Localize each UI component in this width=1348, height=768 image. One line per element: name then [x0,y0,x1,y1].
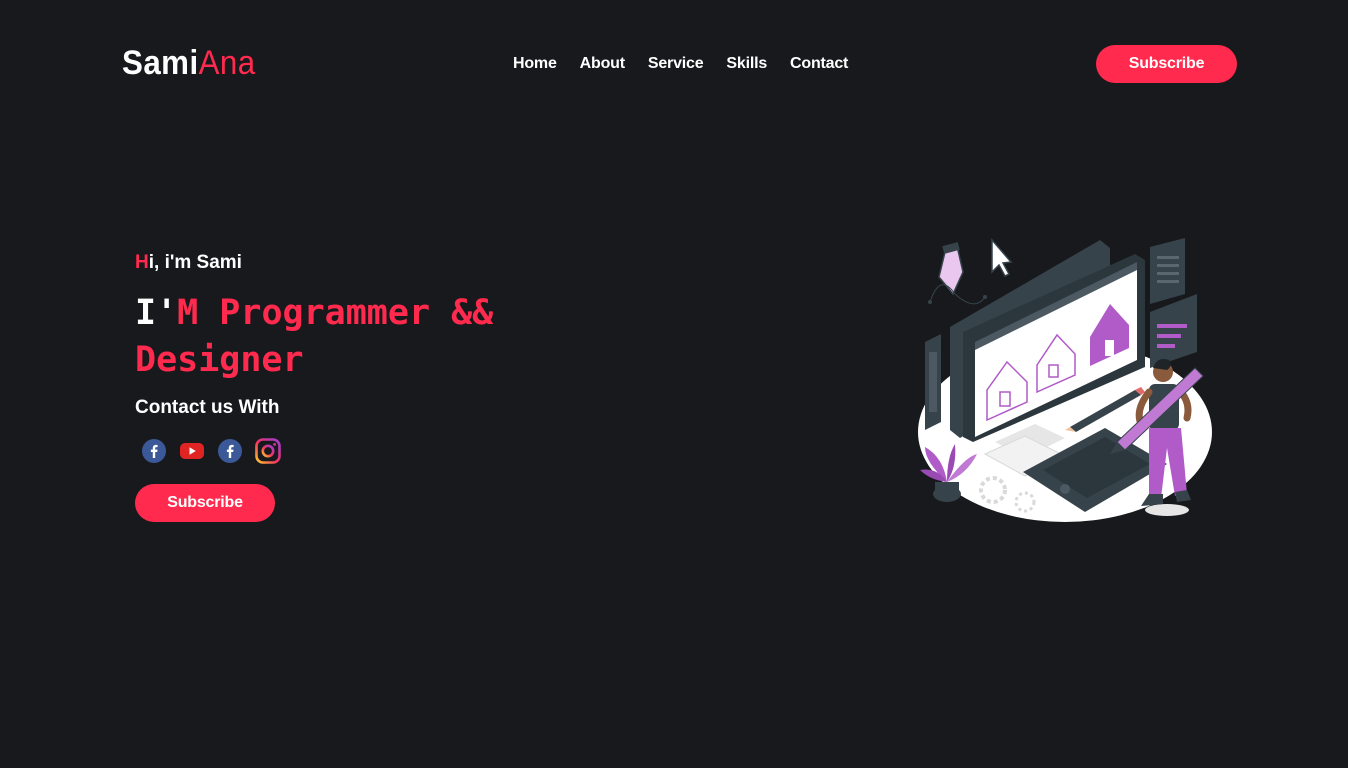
nav-contact[interactable]: Contact [790,55,848,73]
nav-service[interactable]: Service [648,55,704,73]
facebook-icon[interactable] [217,438,243,464]
headline-white: I' [135,293,178,333]
logo-first: Sami [122,44,199,82]
greeting-initial: H [135,252,149,273]
social-links [141,438,555,464]
headline-accent: M Programmer && Designer [135,293,494,380]
facebook-icon[interactable] [141,438,167,464]
header-subscribe-button[interactable]: Subscribe [1096,45,1237,83]
contact-label: Contact us With [135,397,280,418]
hero-subscribe-button[interactable]: Subscribe [135,484,275,522]
greeting: Hi, i'm Sami [135,252,555,274]
hero: Hi, i'm Sami I'M Programmer && Designer … [135,252,555,522]
designer-illustration [905,232,1215,527]
nav-home[interactable]: Home [513,55,557,73]
youtube-icon[interactable] [179,438,205,464]
logo[interactable]: SamiAna [122,44,256,83]
greeting-rest: i, i'm Sami [148,252,242,273]
main-nav: Home About Service Skills Contact [513,55,871,73]
nav-about[interactable]: About [580,55,625,73]
nav-skills[interactable]: Skills [726,55,767,73]
instagram-icon[interactable] [255,438,281,464]
logo-second: Ana [198,44,256,82]
hero-headline: I'M Programmer && Designer [135,290,555,384]
